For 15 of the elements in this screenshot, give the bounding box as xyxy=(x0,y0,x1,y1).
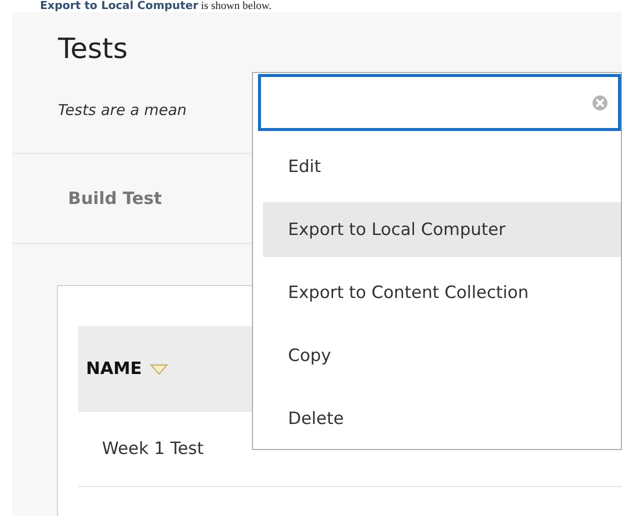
column-label: NAME xyxy=(86,359,142,379)
clear-icon[interactable] xyxy=(592,94,608,110)
menu-item[interactable]: Export to Content Collection xyxy=(263,265,621,320)
menu-item[interactable]: Export to Local Computer xyxy=(263,202,621,257)
search-field[interactable] xyxy=(258,74,621,131)
page-title: Tests xyxy=(58,32,128,67)
sort-triangle-icon[interactable] xyxy=(150,364,168,374)
menu-item[interactable]: Copy xyxy=(263,328,621,383)
page-description: Tests are a mean xyxy=(58,101,187,121)
menu-item[interactable]: Delete xyxy=(263,391,621,446)
menu-item[interactable]: Edit xyxy=(263,139,621,194)
build-test-button[interactable]: Build Test xyxy=(68,188,162,208)
caption-text: Export to Local Computer is shown below. xyxy=(39,0,272,12)
test-name-link[interactable]: Week 1 Test xyxy=(102,439,204,459)
column-header[interactable]: NAME xyxy=(86,359,168,379)
